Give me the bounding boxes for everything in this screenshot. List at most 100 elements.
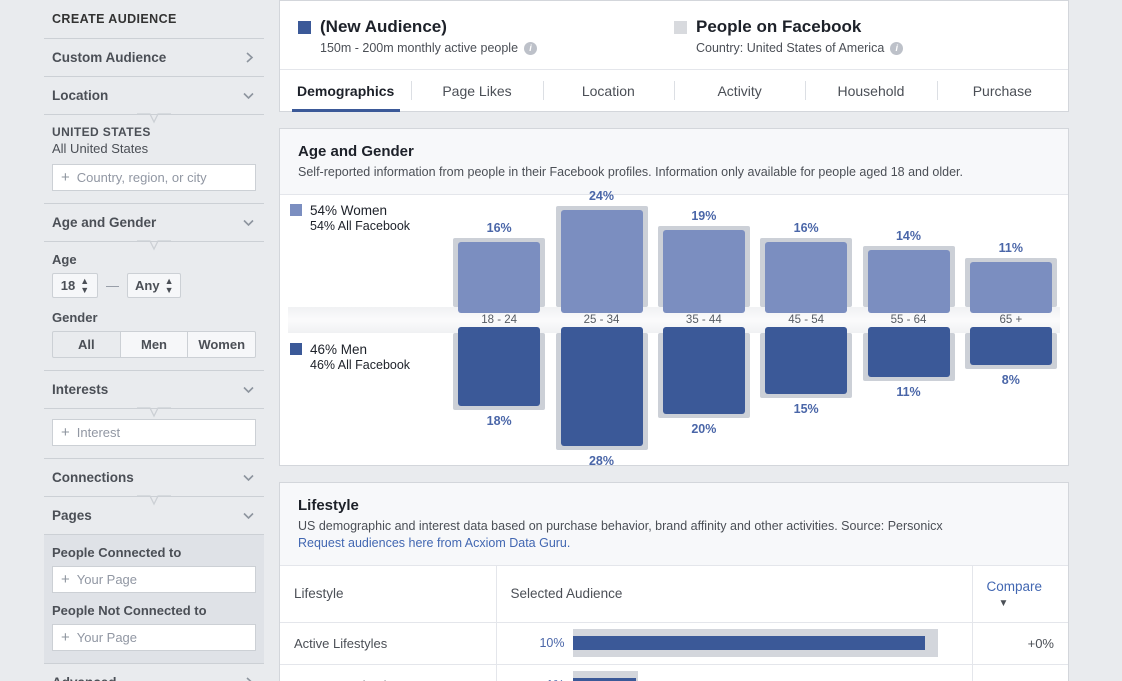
chevron-right-icon: [243, 676, 256, 681]
men-bar: [867, 326, 950, 378]
tab-location[interactable]: Location: [542, 70, 674, 111]
plus-icon: +: [61, 571, 70, 588]
gender-option-men[interactable]: Men: [120, 331, 189, 358]
caret-down-icon[interactable]: ▼: [999, 598, 1009, 609]
age-label: Age: [52, 252, 77, 267]
tab-household[interactable]: Household: [805, 70, 936, 111]
lifestyle-compare: +0%: [972, 664, 1068, 681]
category-label: 18 - 24: [481, 313, 518, 326]
tab-purchase[interactable]: Purchase: [936, 70, 1068, 111]
section-description: US demographic and interest data based o…: [298, 518, 943, 533]
people-not-connected-input[interactable]: + Your Page: [52, 624, 256, 651]
age-max-select[interactable]: Any ▲ ▼: [127, 273, 182, 298]
category-label: 55 - 64: [890, 313, 927, 326]
sidebar-item-connections[interactable]: Connections: [44, 459, 264, 496]
category-label: 45 - 54: [788, 313, 825, 326]
sidebar-item-interests[interactable]: Interests: [44, 371, 264, 408]
men-bar: [969, 326, 1052, 366]
sidebar-item-label: Location: [52, 88, 109, 103]
notch-indicator: [137, 113, 171, 124]
interest-input-placeholder: Interest: [76, 425, 121, 440]
sidebar-item-label: Interests: [52, 382, 109, 397]
lifestyle-name: Active Lifestyles: [280, 622, 497, 665]
tab-activity[interactable]: Activity: [673, 70, 805, 111]
create-audience-sidebar: CREATE AUDIENCE Custom Audience Location: [0, 0, 272, 681]
men-bar-label: 20%: [691, 421, 717, 436]
acxiom-request-link[interactable]: Request audiences here from Acxiom Data …: [298, 536, 570, 550]
category-label: 25 - 34: [583, 313, 620, 326]
people-connected-input[interactable]: + Your Page: [52, 566, 256, 593]
lifestyle-compare: +0%: [972, 622, 1068, 665]
info-icon[interactable]: i: [890, 41, 904, 55]
info-icon[interactable]: i: [524, 41, 538, 55]
age-range-dash: —: [106, 278, 119, 293]
stepper-arrows-icon: ▲ ▼: [164, 275, 174, 295]
women-bar: [867, 250, 950, 313]
women-bar: [969, 262, 1052, 313]
women-bar-label: 16%: [486, 221, 512, 236]
sidebar-item-age-and-gender[interactable]: Age and Gender: [44, 204, 264, 241]
sidebar-item-advanced[interactable]: Advanced: [44, 664, 264, 681]
sidebar-item-location[interactable]: Location: [44, 77, 264, 114]
section-title: Age and Gender: [298, 143, 414, 160]
category-label: 65 +: [999, 313, 1023, 326]
location-input[interactable]: + Country, region, or city: [52, 164, 256, 191]
lifestyle-bar-track: [572, 671, 958, 681]
audience-comparison-subtitle: Country: United States of America: [696, 41, 885, 55]
men-bar-label: 8%: [1001, 373, 1020, 388]
gender-segmented-control: All Men Women: [52, 331, 257, 358]
table-row[interactable]: Active Lifestyles 10% +0%: [280, 622, 1068, 665]
column-header-compare: Compare ▼: [972, 565, 1068, 623]
sidebar-item-label: Custom Audience: [52, 50, 167, 65]
lifestyle-bar-cell: 1%: [496, 664, 973, 681]
men-bar-label: 15%: [793, 401, 819, 416]
chevron-down-icon: [241, 89, 256, 102]
lifestyle-bar-cell: 10%: [496, 622, 973, 665]
lifestyle-percent: 10%: [539, 636, 565, 651]
notch-indicator: [137, 240, 171, 251]
women-bar-label: 19%: [691, 208, 717, 223]
tab-bar: Demographics Page Likes Location Activit…: [280, 69, 1068, 111]
lifestyle-table: Lifestyle Selected Audience Compare ▼ Ac…: [280, 565, 1068, 681]
people-connected-label: People Connected to: [52, 545, 182, 560]
sidebar-item-label: Advanced: [52, 675, 117, 681]
audience-selected-subtitle: 150m - 200m monthly active people: [320, 41, 519, 55]
audience-selected-swatch: [298, 20, 311, 34]
women-bar: [765, 242, 848, 313]
tab-page-likes[interactable]: Page Likes: [411, 70, 542, 111]
age-max-value: Any: [135, 278, 160, 293]
men-bar: [662, 326, 745, 414]
compare-link[interactable]: Compare: [987, 579, 1043, 594]
column-header-lifestyle: Lifestyle: [280, 565, 497, 623]
lifestyle-header: Lifestyle US demographic and interest da…: [280, 482, 1068, 566]
audience-comparison-title: People on Facebook: [696, 17, 862, 36]
lifestyle-bar-track: [572, 629, 958, 658]
people-not-connected-placeholder: Your Page: [76, 630, 138, 645]
column-header-selected-audience: Selected Audience: [496, 565, 973, 623]
age-min-value: 18: [60, 278, 76, 293]
age-min-select[interactable]: 18 ▲ ▼: [52, 273, 98, 298]
age-range-controls: 18 ▲ ▼ — Any ▲ ▼: [52, 273, 256, 298]
age-and-gender-header: Age and Gender Self-reported information…: [280, 129, 1068, 195]
chevron-down-icon: [241, 471, 256, 484]
table-row[interactable]: Country Enthusiasts1%+0%: [280, 664, 1068, 681]
sidebar-item-custom-audience[interactable]: Custom Audience: [44, 39, 264, 76]
women-bar: [662, 229, 745, 313]
sidebar-item-label: Age and Gender: [52, 215, 157, 230]
people-connected-placeholder: Your Page: [76, 572, 138, 587]
gender-option-all[interactable]: All: [52, 331, 121, 358]
women-bar-label: 16%: [793, 221, 819, 236]
chevron-down-icon: [241, 216, 256, 229]
audience-summary-row: (New Audience) 150m - 200m monthly activ…: [280, 1, 1068, 55]
audience-insights-page: CREATE AUDIENCE Custom Audience Location: [0, 0, 1122, 681]
gender-option-women[interactable]: Women: [188, 331, 257, 358]
age-gender-panel: Age 18 ▲ ▼ — Any ▲ ▼ Gender All Men Wome…: [44, 242, 264, 370]
sidebar-item-label: Connections: [52, 470, 134, 485]
tab-demographics[interactable]: Demographics: [280, 70, 411, 111]
men-bar: [765, 326, 848, 394]
men-bar: [458, 326, 541, 406]
plus-icon: +: [61, 169, 70, 186]
chevron-down-icon: [241, 383, 256, 396]
interest-input[interactable]: + Interest: [52, 419, 256, 446]
men-bar-label: 11%: [896, 385, 921, 400]
